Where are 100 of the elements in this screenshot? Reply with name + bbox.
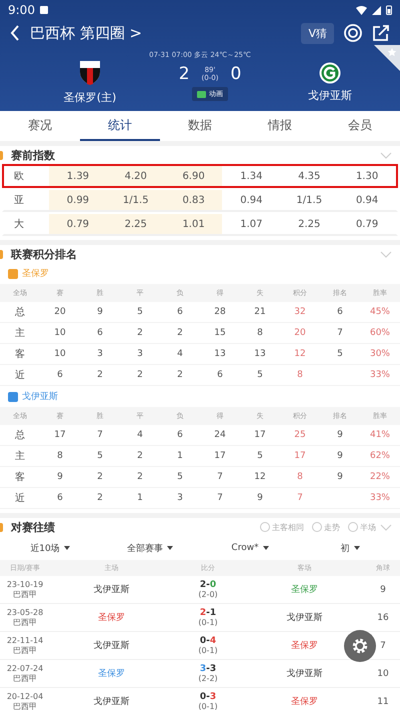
half-time-score: (0-1) bbox=[198, 702, 218, 710]
table-cell-text: 主 bbox=[14, 450, 26, 463]
corner-count: 7 bbox=[380, 640, 386, 650]
half-time-score: (0-1) bbox=[198, 646, 218, 655]
caret-icon bbox=[354, 546, 360, 550]
tab[interactable]: 赛况 bbox=[0, 111, 80, 141]
table-cell-text: 17 bbox=[253, 430, 267, 440]
table-cell-text: 2 bbox=[96, 472, 104, 482]
table-cell-text: 1.07 bbox=[239, 218, 264, 232]
table-cell-text: 15 bbox=[213, 328, 227, 338]
table-cell-text: 20 bbox=[293, 328, 307, 338]
table-cell-text: 总 bbox=[14, 428, 26, 442]
favorite-corner-icon[interactable] bbox=[374, 45, 400, 71]
settings-button[interactable] bbox=[344, 630, 376, 662]
home-team: 圣保罗 bbox=[98, 668, 125, 680]
match-date: 22-11-14 bbox=[6, 636, 44, 644]
team-name: 戈伊亚斯 bbox=[22, 390, 58, 403]
table-cell-text: 0.94 bbox=[354, 194, 380, 208]
table-cell-text: 2 bbox=[136, 472, 144, 482]
table-cell-text: 1 bbox=[176, 451, 184, 461]
league-name: 巴西甲 bbox=[13, 588, 37, 600]
table-cell-text: 8 bbox=[256, 328, 264, 338]
table-cell-text: 7 bbox=[216, 493, 224, 503]
table-cell-text: 7 bbox=[296, 493, 304, 503]
match-date: 20-12-04 bbox=[6, 692, 44, 700]
tab[interactable]: 会员 bbox=[320, 111, 400, 141]
table-cell-text: 5 bbox=[96, 451, 104, 461]
vip-guess-button[interactable]: V猜 bbox=[301, 22, 334, 44]
table-cell-text: 客 bbox=[14, 470, 26, 484]
competition-title[interactable]: 巴西杯 第四圈 > bbox=[30, 24, 142, 42]
table-cell-text: 13 bbox=[213, 349, 227, 359]
table-cell-text: 8 bbox=[296, 370, 304, 380]
table-cell-text: 5 bbox=[256, 451, 264, 461]
row-label: 欧 bbox=[13, 170, 25, 184]
table-cell-text: 9 bbox=[96, 307, 104, 317]
filter-dropdown[interactable]: Crow* bbox=[200, 542, 300, 554]
table-cell-text: 8 bbox=[56, 451, 64, 461]
table-cell-text: 13 bbox=[253, 349, 267, 359]
corner-count: 9 bbox=[380, 584, 386, 594]
caret-icon bbox=[167, 546, 173, 550]
table-cell-text: 7 bbox=[96, 430, 104, 440]
notification-icon bbox=[40, 6, 48, 14]
section-title: 赛前指数 bbox=[11, 148, 55, 162]
table-cell: 1.01 bbox=[164, 214, 222, 234]
league-name: 巴西甲 bbox=[13, 616, 37, 628]
table-cell-text: 10 bbox=[53, 328, 67, 338]
table-cell-text: 4.35 bbox=[297, 170, 322, 184]
table-cell: 6.90 bbox=[164, 166, 222, 186]
table-cell-text: 总 bbox=[14, 306, 26, 319]
table-cell-text: 10 bbox=[53, 349, 67, 359]
table-cell-text: 2 bbox=[96, 493, 104, 503]
section-title: 对赛往绩 bbox=[11, 520, 55, 534]
table-cell-text: 客 bbox=[14, 348, 26, 361]
table-cell-text: 主 bbox=[14, 326, 26, 340]
final-score: 0-3 bbox=[200, 692, 216, 702]
table-cell: 1.39 bbox=[49, 166, 107, 186]
tab[interactable]: 统计 bbox=[80, 111, 160, 141]
wifi-icon bbox=[356, 6, 367, 14]
table-cell-text: 21 bbox=[253, 307, 267, 317]
table-cell-text: 62% bbox=[368, 451, 391, 461]
filter-dropdown[interactable]: 全部赛事 bbox=[100, 540, 200, 556]
match-date: 22-07-24 bbox=[6, 664, 44, 672]
table-cell-text: 1.30 bbox=[354, 170, 380, 184]
table-cell-text: 30% bbox=[368, 349, 391, 359]
match-date: 23-10-19 bbox=[6, 580, 44, 588]
corner-count: 11 bbox=[377, 696, 389, 706]
home-team: 戈伊亚斯 bbox=[94, 696, 130, 708]
table-cell-text: 3 bbox=[96, 349, 104, 359]
table-cell-text: 8 bbox=[296, 472, 304, 482]
tab[interactable]: 情报 bbox=[240, 111, 320, 141]
table-cell-text: 1 bbox=[136, 493, 144, 503]
filter-dropdown[interactable]: 初 bbox=[300, 540, 400, 556]
team-name: 戈伊亚斯 bbox=[308, 88, 352, 103]
target-icon[interactable] bbox=[344, 24, 362, 42]
table-cell-text: 2 bbox=[176, 328, 184, 338]
table-cell-text: 20 bbox=[53, 307, 67, 317]
section-title: 联赛积分排名 bbox=[11, 246, 77, 262]
tab[interactable]: 数据 bbox=[160, 111, 240, 141]
table-cell-text: 6 bbox=[176, 307, 184, 317]
table-cell-text: 3 bbox=[136, 349, 144, 359]
table-cell-text: 22% bbox=[368, 472, 391, 482]
table-cell-text: 5 bbox=[256, 370, 264, 380]
home-team: 圣保罗 bbox=[98, 612, 125, 624]
table-cell: 0.79 bbox=[49, 214, 107, 234]
row-label: 亚 bbox=[13, 194, 25, 208]
match-date: 23-05-28 bbox=[6, 608, 44, 616]
table-cell-text: 4 bbox=[136, 430, 144, 440]
table-cell-text: 33% bbox=[368, 493, 391, 503]
share-icon[interactable] bbox=[372, 24, 390, 42]
table-cell-text: 1.34 bbox=[239, 170, 264, 184]
table-cell-text: 17 bbox=[213, 451, 227, 461]
back-icon[interactable] bbox=[10, 25, 20, 41]
shield-icon bbox=[79, 60, 101, 86]
filter-dropdown[interactable]: 近10场 bbox=[0, 540, 100, 556]
table-cell-text: 6 bbox=[216, 370, 224, 380]
away-team: 圣保罗 bbox=[291, 696, 318, 708]
table-cell-text: 4 bbox=[176, 349, 184, 359]
table-cell-text: 2 bbox=[136, 451, 144, 461]
g-logo-icon bbox=[319, 62, 341, 84]
away-team: 戈伊亚斯 bbox=[286, 668, 322, 680]
